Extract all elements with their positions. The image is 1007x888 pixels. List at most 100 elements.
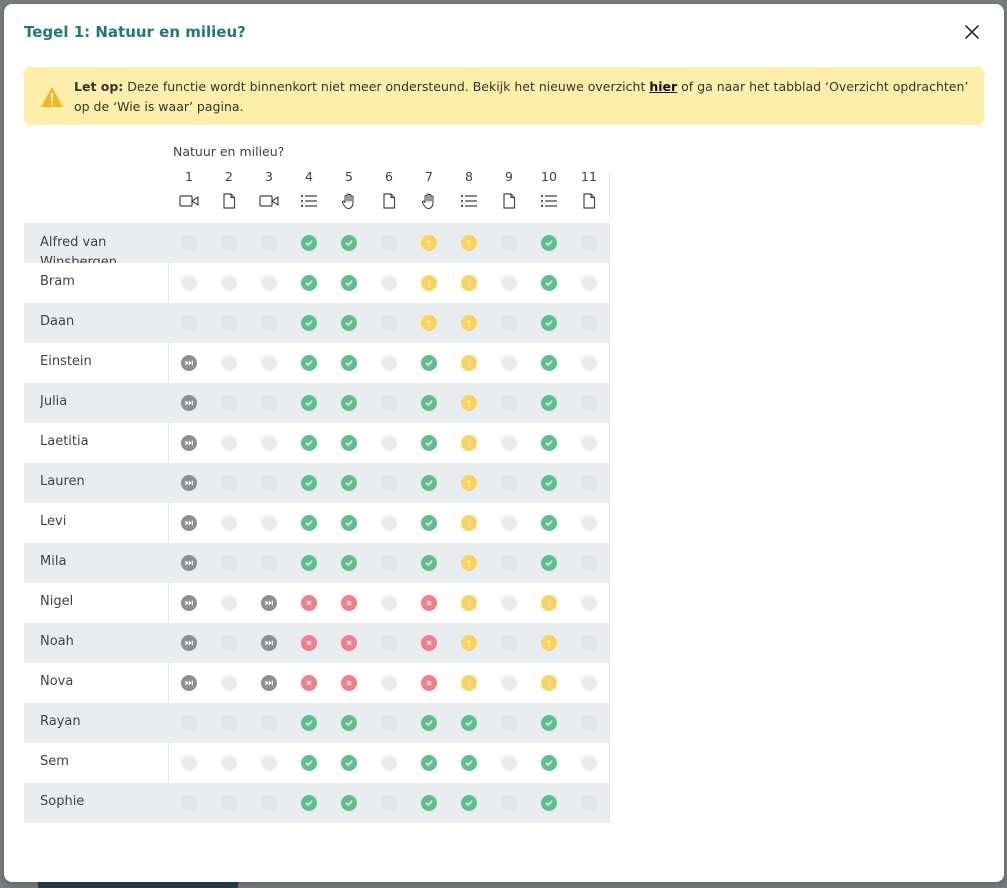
status-not-started-icon[interactable]: [381, 555, 397, 571]
status-skipped-icon[interactable]: [181, 475, 197, 491]
status-not-started-icon[interactable]: [261, 515, 277, 531]
status-not-started-icon[interactable]: [261, 235, 277, 251]
status-failed-icon[interactable]: [421, 595, 437, 611]
status-not-started-icon[interactable]: [221, 555, 237, 571]
status-needs-attention-icon[interactable]: [461, 435, 477, 451]
status-not-started-icon[interactable]: [381, 235, 397, 251]
status-failed-icon[interactable]: [301, 595, 317, 611]
status-completed-icon[interactable]: [341, 515, 357, 531]
status-not-started-icon[interactable]: [581, 555, 597, 571]
status-failed-icon[interactable]: [421, 675, 437, 691]
status-not-started-icon[interactable]: [221, 235, 237, 251]
status-completed-icon[interactable]: [301, 315, 317, 331]
status-not-started-icon[interactable]: [381, 515, 397, 531]
status-failed-icon[interactable]: [301, 635, 317, 651]
status-not-started-icon[interactable]: [381, 795, 397, 811]
status-completed-icon[interactable]: [301, 515, 317, 531]
status-needs-attention-icon[interactable]: [461, 675, 477, 691]
status-not-started-icon[interactable]: [581, 715, 597, 731]
status-not-started-icon[interactable]: [501, 315, 517, 331]
status-completed-icon[interactable]: [541, 355, 557, 371]
status-not-started-icon[interactable]: [501, 675, 517, 691]
status-completed-icon[interactable]: [541, 435, 557, 451]
status-not-started-icon[interactable]: [501, 235, 517, 251]
status-needs-attention-icon[interactable]: [541, 675, 557, 691]
status-needs-attention-icon[interactable]: [461, 235, 477, 251]
status-not-started-icon[interactable]: [501, 435, 517, 451]
status-completed-icon[interactable]: [421, 475, 437, 491]
overview-link[interactable]: hier: [649, 79, 677, 94]
status-needs-attention-icon[interactable]: [461, 355, 477, 371]
status-failed-icon[interactable]: [421, 635, 437, 651]
status-completed-icon[interactable]: [421, 555, 437, 571]
status-completed-icon[interactable]: [341, 555, 357, 571]
status-completed-icon[interactable]: [301, 755, 317, 771]
column-header-9[interactable]: 9: [489, 168, 529, 220]
status-not-started-icon[interactable]: [501, 555, 517, 571]
status-not-started-icon[interactable]: [221, 355, 237, 371]
status-not-started-icon[interactable]: [381, 675, 397, 691]
status-completed-icon[interactable]: [541, 475, 557, 491]
status-completed-icon[interactable]: [421, 395, 437, 411]
status-failed-icon[interactable]: [341, 675, 357, 691]
status-not-started-icon[interactable]: [381, 755, 397, 771]
status-skipped-icon[interactable]: [181, 635, 197, 651]
status-not-started-icon[interactable]: [501, 635, 517, 651]
status-needs-attention-icon[interactable]: [461, 275, 477, 291]
status-needs-attention-icon[interactable]: [421, 315, 437, 331]
status-failed-icon[interactable]: [341, 595, 357, 611]
status-not-started-icon[interactable]: [381, 715, 397, 731]
status-not-started-icon[interactable]: [581, 275, 597, 291]
status-skipped-icon[interactable]: [181, 395, 197, 411]
status-not-started-icon[interactable]: [501, 475, 517, 491]
status-not-started-icon[interactable]: [181, 795, 197, 811]
status-not-started-icon[interactable]: [261, 715, 277, 731]
status-completed-icon[interactable]: [461, 755, 477, 771]
status-needs-attention-icon[interactable]: [461, 315, 477, 331]
status-completed-icon[interactable]: [301, 275, 317, 291]
status-completed-icon[interactable]: [341, 355, 357, 371]
status-not-started-icon[interactable]: [221, 675, 237, 691]
status-not-started-icon[interactable]: [381, 355, 397, 371]
status-not-started-icon[interactable]: [581, 315, 597, 331]
status-not-started-icon[interactable]: [501, 795, 517, 811]
status-not-started-icon[interactable]: [261, 395, 277, 411]
column-header-3[interactable]: 3: [249, 168, 289, 220]
status-completed-icon[interactable]: [421, 355, 437, 371]
status-completed-icon[interactable]: [421, 755, 437, 771]
status-not-started-icon[interactable]: [221, 715, 237, 731]
status-not-started-icon[interactable]: [581, 435, 597, 451]
column-header-11[interactable]: 11: [569, 168, 609, 220]
status-needs-attention-icon[interactable]: [461, 595, 477, 611]
column-header-4[interactable]: 4: [289, 168, 329, 220]
column-header-5[interactable]: 5: [329, 168, 369, 220]
status-completed-icon[interactable]: [541, 795, 557, 811]
status-not-started-icon[interactable]: [181, 235, 197, 251]
status-not-started-icon[interactable]: [261, 555, 277, 571]
status-not-started-icon[interactable]: [581, 675, 597, 691]
column-header-10[interactable]: 10: [529, 168, 569, 220]
status-not-started-icon[interactable]: [261, 475, 277, 491]
status-not-started-icon[interactable]: [501, 715, 517, 731]
status-needs-attention-icon[interactable]: [461, 555, 477, 571]
column-header-2[interactable]: 2: [209, 168, 249, 220]
status-completed-icon[interactable]: [541, 555, 557, 571]
status-completed-icon[interactable]: [421, 515, 437, 531]
status-not-started-icon[interactable]: [181, 315, 197, 331]
status-not-started-icon[interactable]: [221, 275, 237, 291]
status-not-started-icon[interactable]: [381, 595, 397, 611]
status-completed-icon[interactable]: [301, 355, 317, 371]
status-completed-icon[interactable]: [341, 315, 357, 331]
status-not-started-icon[interactable]: [381, 635, 397, 651]
status-completed-icon[interactable]: [341, 235, 357, 251]
status-not-started-icon[interactable]: [581, 475, 597, 491]
column-header-8[interactable]: 8: [449, 168, 489, 220]
status-not-started-icon[interactable]: [381, 435, 397, 451]
status-not-started-icon[interactable]: [261, 275, 277, 291]
status-completed-icon[interactable]: [341, 395, 357, 411]
status-not-started-icon[interactable]: [381, 395, 397, 411]
status-not-started-icon[interactable]: [501, 355, 517, 371]
status-not-started-icon[interactable]: [181, 275, 197, 291]
status-not-started-icon[interactable]: [221, 595, 237, 611]
status-not-started-icon[interactable]: [221, 475, 237, 491]
